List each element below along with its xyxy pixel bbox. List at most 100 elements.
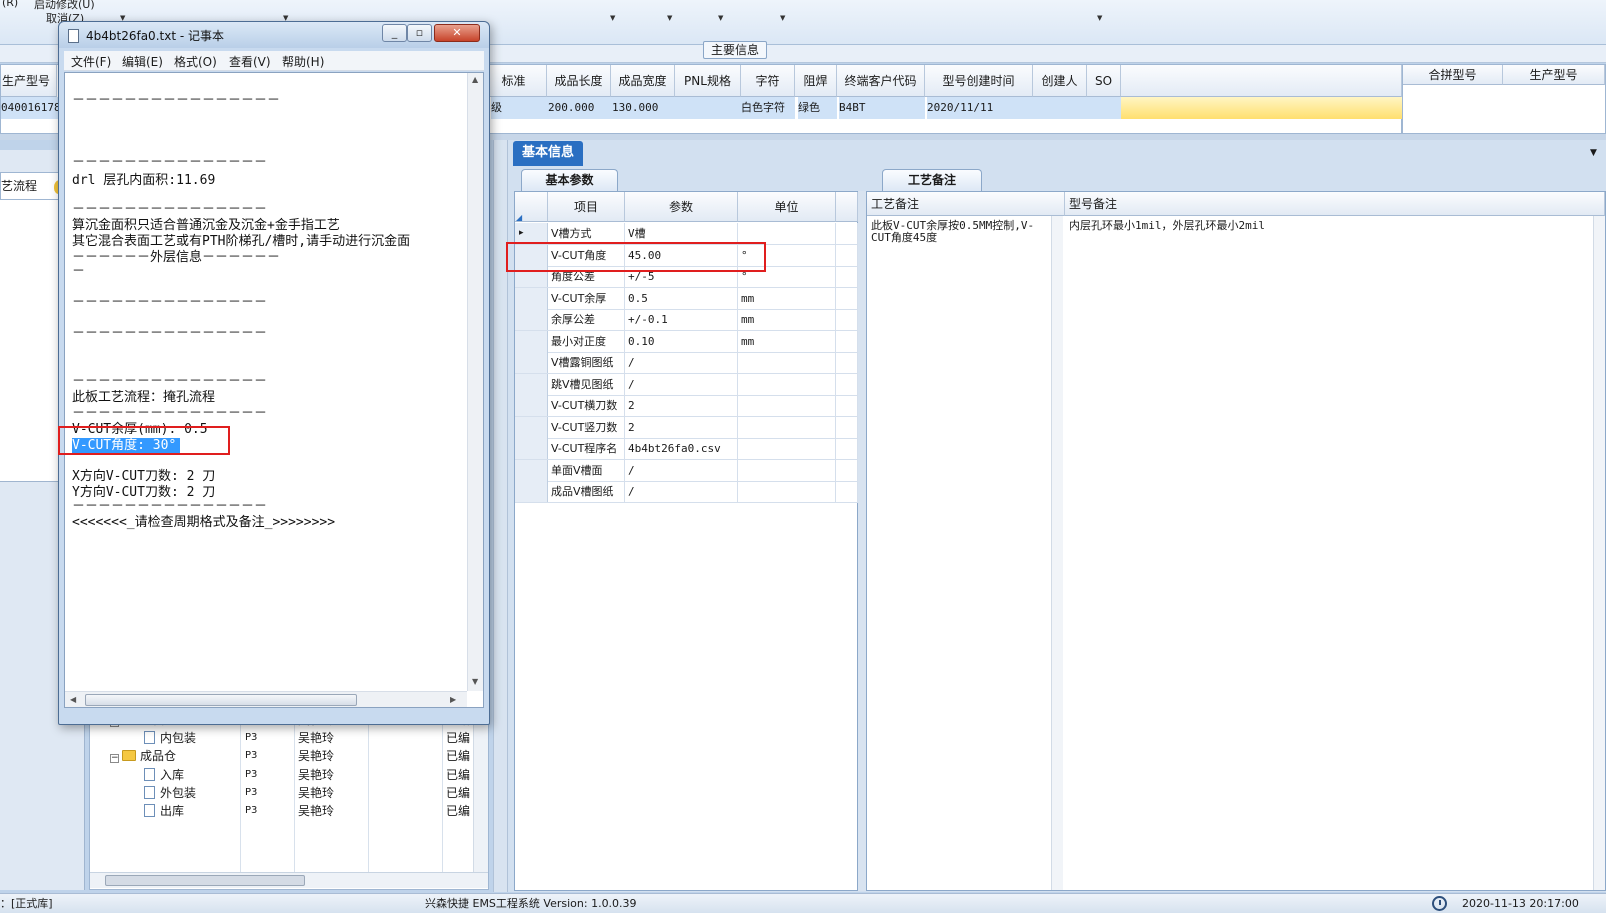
param-value-cell[interactable]: / bbox=[625, 373, 738, 395]
param-unit-cell[interactable]: mm bbox=[738, 287, 836, 309]
param-item-cell[interactable]: V-CUT余厚 bbox=[548, 287, 625, 309]
param-value-cell[interactable]: / bbox=[625, 481, 738, 502]
collapse-icon[interactable]: − bbox=[110, 754, 119, 763]
col-header-length[interactable]: 成品长度 bbox=[547, 65, 611, 97]
row-selector[interactable] bbox=[515, 309, 548, 330]
col-header-customer[interactable]: 终端客户代码 bbox=[837, 65, 925, 97]
param-row[interactable]: V-CUT余厚 0.5 mm bbox=[515, 287, 858, 310]
param-item-cell[interactable]: 成品V槽图纸 bbox=[548, 481, 625, 502]
scroll-left-icon[interactable]: ◀ bbox=[70, 695, 76, 704]
param-item-cell[interactable]: V-CUT程序名 bbox=[548, 438, 625, 459]
param-item-cell[interactable]: V-CUT竖刀数 bbox=[548, 416, 625, 438]
close-icon[interactable]: ✕ bbox=[434, 24, 480, 42]
col-header-creator[interactable]: 创建人 bbox=[1033, 65, 1087, 97]
param-value-cell[interactable]: / bbox=[625, 459, 738, 481]
craft-remark-text[interactable]: CUT角度45度 bbox=[871, 232, 937, 244]
row-created-cell[interactable]: 2020/11/11 bbox=[927, 97, 1033, 119]
tree-row[interactable]: 外包装 P3 吴艳玲 已编 bbox=[110, 784, 480, 802]
model-remark-scrollbar[interactable] bbox=[1593, 216, 1605, 890]
scroll-right-icon[interactable]: ▶ bbox=[450, 695, 456, 704]
row-pnl-cell[interactable] bbox=[675, 97, 741, 119]
dropdown-arrow-icon[interactable]: ▼ bbox=[1097, 14, 1102, 22]
col-header-created[interactable]: 型号创建时间 bbox=[925, 65, 1033, 97]
row-selector[interactable]: ▸ bbox=[515, 223, 548, 244]
row-selector[interactable] bbox=[515, 287, 548, 309]
row-selector[interactable] bbox=[515, 416, 548, 438]
panel-dropdown-icon[interactable]: ▼ bbox=[1590, 148, 1597, 158]
row-selector[interactable] bbox=[515, 481, 548, 502]
param-value-cell[interactable]: 0.5 bbox=[625, 287, 738, 309]
col-header-item[interactable]: 项目 bbox=[548, 192, 625, 222]
menu-help[interactable]: 帮助(H) bbox=[282, 53, 324, 70]
model-remark-text[interactable]: 内层孔环最小1mil，外层孔环最小2mil bbox=[1069, 220, 1265, 232]
param-unit-cell[interactable] bbox=[738, 373, 836, 395]
notepad-hscroll[interactable]: ◀ ▶ bbox=[65, 691, 467, 707]
param-value-cell[interactable]: V槽 bbox=[625, 223, 738, 244]
param-item-cell[interactable]: V槽方式 bbox=[548, 223, 625, 244]
main-info-label[interactable]: 主要信息 bbox=[703, 41, 767, 59]
row-mask-cell[interactable]: 绿色 bbox=[798, 97, 837, 119]
notepad-hscroll-thumb[interactable] bbox=[85, 694, 357, 706]
param-value-cell[interactable]: 0.10 bbox=[625, 330, 738, 352]
param-unit-cell[interactable] bbox=[738, 223, 836, 244]
col-header-mask[interactable]: 阻焊 bbox=[795, 65, 837, 97]
dropdown-arrow-icon[interactable]: ▼ bbox=[780, 14, 785, 22]
row-customer-cell[interactable]: B4BT bbox=[839, 97, 925, 119]
param-value-cell[interactable]: +/-0.1 bbox=[625, 309, 738, 330]
minimize-icon[interactable]: _ bbox=[382, 24, 407, 42]
vertical-splitter[interactable] bbox=[858, 191, 866, 891]
menu-fragment[interactable]: (R) bbox=[2, 0, 18, 9]
notepad-titlebar[interactable]: 4b4bt26fa0.txt - 记事本 _ ▫ ✕ bbox=[59, 22, 489, 48]
scroll-up-icon[interactable]: ▲ bbox=[472, 75, 478, 84]
row-selector[interactable] bbox=[515, 459, 548, 481]
param-item-cell[interactable]: 最小对正度 bbox=[548, 330, 625, 352]
tree-row[interactable]: 出库 P3 吴艳玲 已编 bbox=[110, 802, 480, 820]
row-standard-cell[interactable]: 级 bbox=[491, 97, 547, 119]
dropdown-arrow-icon[interactable]: ▼ bbox=[718, 14, 723, 22]
col-header-merged-model[interactable]: 合拼型号 bbox=[1403, 65, 1503, 85]
param-row[interactable]: V-CUT竖刀数 2 bbox=[515, 416, 858, 439]
param-item-cell[interactable]: 单面V槽面 bbox=[548, 459, 625, 481]
notepad-text-area[interactable]: －－－－－－－－－－－－－－－－ －－－－－－－－－－－－－－－ drl 层孔内… bbox=[64, 72, 484, 708]
param-value-cell[interactable]: 4b4bt26fa0.csv bbox=[625, 438, 738, 459]
tab-craft-remarks[interactable]: 工艺备注 bbox=[882, 169, 982, 191]
menu-format[interactable]: 格式(O) bbox=[174, 53, 217, 70]
col-header-standard[interactable]: 标准 bbox=[481, 65, 547, 97]
param-item-cell[interactable]: 跳V槽见图纸 bbox=[548, 373, 625, 395]
param-value-cell[interactable]: 2 bbox=[625, 416, 738, 438]
row-creator-cell[interactable] bbox=[1033, 97, 1087, 119]
maximize-icon[interactable]: ▫ bbox=[407, 24, 432, 42]
param-row[interactable]: 跳V槽见图纸 / bbox=[515, 373, 858, 396]
param-unit-cell[interactable] bbox=[738, 395, 836, 416]
col-header-unit[interactable]: 单位 bbox=[738, 192, 836, 222]
param-unit-cell[interactable] bbox=[738, 459, 836, 481]
param-row[interactable]: V-CUT程序名 4b4bt26fa0.csv bbox=[515, 438, 858, 460]
tree-row[interactable]: 内包装 P3 吴艳玲 已编 bbox=[110, 729, 480, 747]
param-row[interactable]: 最小对正度 0.10 mm bbox=[515, 330, 858, 353]
param-value-cell[interactable]: 2 bbox=[625, 395, 738, 416]
row-char-cell[interactable]: 白色字符 bbox=[741, 97, 795, 119]
row-width-cell[interactable]: 130.000 bbox=[611, 97, 675, 119]
param-row[interactable]: 成品V槽图纸 / bbox=[515, 481, 858, 503]
row-length-cell[interactable]: 200.000 bbox=[547, 97, 611, 119]
col-header-model[interactable]: 生产型号 bbox=[1, 65, 57, 97]
param-unit-cell[interactable] bbox=[738, 438, 836, 459]
param-item-cell[interactable]: 余厚公差 bbox=[548, 309, 625, 330]
col-header-model-remark[interactable]: 型号备注 bbox=[1065, 192, 1605, 216]
col-header-value[interactable]: 参数 bbox=[625, 192, 738, 222]
col-header-pnl[interactable]: PNL规格 bbox=[675, 65, 741, 97]
tree-hscroll-thumb[interactable] bbox=[105, 875, 305, 886]
param-unit-cell[interactable] bbox=[738, 481, 836, 502]
param-row[interactable]: 余厚公差 +/-0.1 mm bbox=[515, 309, 858, 331]
dropdown-arrow-icon[interactable]: ▼ bbox=[610, 14, 615, 22]
scroll-down-icon[interactable]: ▼ bbox=[472, 677, 478, 686]
col-header-so[interactable]: SO bbox=[1087, 65, 1121, 97]
param-unit-cell[interactable] bbox=[738, 352, 836, 373]
row-selector[interactable] bbox=[515, 352, 548, 373]
craft-remark-scrollbar[interactable] bbox=[1051, 216, 1063, 890]
tree-row[interactable]: − 成品仓 P3 吴艳玲 已编 bbox=[110, 747, 480, 765]
param-unit-cell[interactable]: mm bbox=[738, 330, 836, 352]
menu-file[interactable]: 文件(F) bbox=[71, 53, 111, 70]
param-value-cell[interactable]: / bbox=[625, 352, 738, 373]
tree-row[interactable]: 入库 P3 吴艳玲 已编 bbox=[110, 766, 480, 784]
